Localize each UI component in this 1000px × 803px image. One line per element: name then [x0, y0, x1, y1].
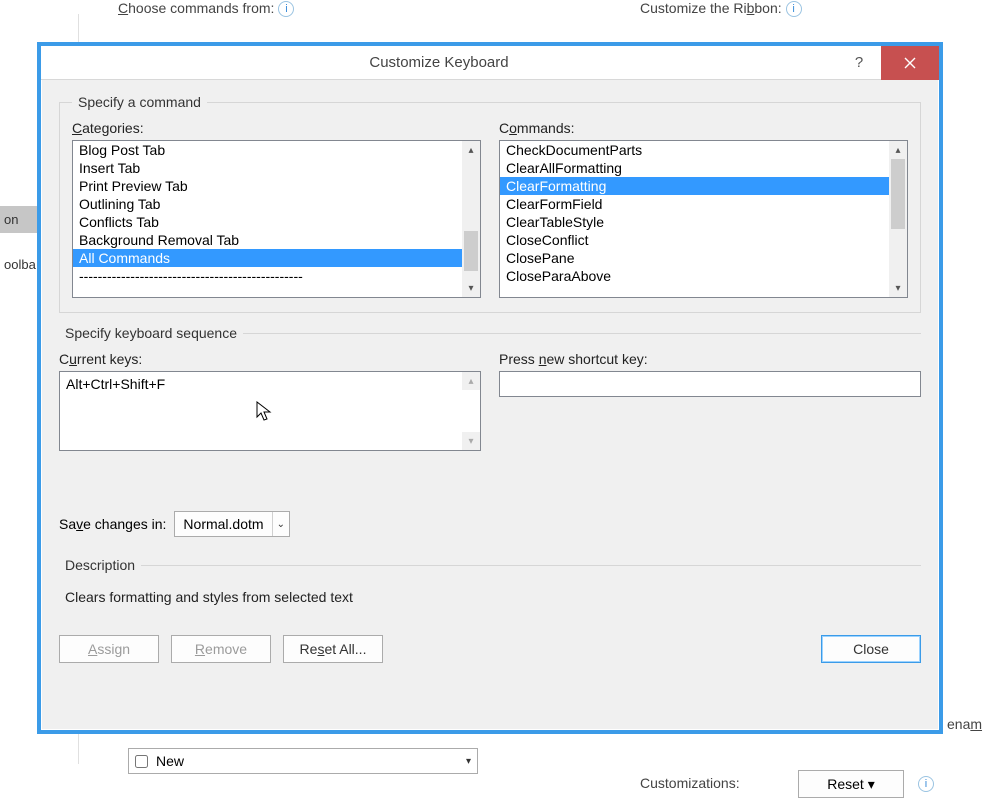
- list-item[interactable]: ClearTableStyle: [500, 213, 889, 231]
- save-changes-select[interactable]: Normal.dotm ⌄: [174, 511, 290, 537]
- dialog-content: Specify a command Categories: Blog Post …: [41, 80, 939, 677]
- press-new-label: Press new shortcut key:: [499, 351, 921, 367]
- customize-ribbon-label: Customize the Ribbon:i: [640, 0, 802, 17]
- reset-all-button[interactable]: Reset All...: [283, 635, 383, 663]
- scroll-up-icon[interactable]: ▴: [889, 141, 907, 159]
- list-item[interactable]: CloseConflict: [500, 231, 889, 249]
- info-icon: i: [918, 776, 934, 792]
- close-button[interactable]: [881, 46, 939, 80]
- info-icon: i: [278, 1, 294, 17]
- current-keys-list[interactable]: Alt+Ctrl+Shift+F ▴ ▾: [59, 371, 481, 451]
- current-keys-value: Alt+Ctrl+Shift+F: [60, 372, 480, 396]
- commands-label: Commands:: [499, 120, 908, 136]
- save-changes-label: Save changes in:: [59, 516, 166, 532]
- list-item[interactable]: ClearFormField: [500, 195, 889, 213]
- bg-reset-button[interactable]: Reset ▾: [798, 770, 904, 798]
- remove-button[interactable]: Remove: [171, 635, 271, 663]
- commands-listbox[interactable]: CheckDocumentPartsClearAllFormattingClea…: [499, 140, 908, 298]
- list-item[interactable]: Blog Post Tab: [73, 141, 462, 159]
- bg-new-dropdown[interactable]: New ▾: [128, 748, 478, 774]
- titlebar: Customize Keyboard ?: [41, 46, 939, 80]
- list-item[interactable]: ClosePane: [500, 249, 889, 267]
- list-item[interactable]: ClearFormatting: [500, 177, 889, 195]
- close-dialog-button[interactable]: Close: [821, 635, 921, 663]
- list-item[interactable]: ClearAllFormatting: [500, 159, 889, 177]
- close-icon: [904, 57, 916, 69]
- save-changes-value: Normal.dotm: [183, 516, 263, 532]
- list-item[interactable]: All Commands: [73, 249, 462, 267]
- dialog-title: Customize Keyboard: [41, 54, 837, 71]
- bg-rename-fragment: enam: [947, 716, 982, 732]
- list-item[interactable]: CloseParaAbove: [500, 267, 889, 285]
- list-item[interactable]: Background Removal Tab: [73, 231, 462, 249]
- list-item[interactable]: Print Preview Tab: [73, 177, 462, 195]
- specify-command-group: Specify a command Categories: Blog Post …: [59, 94, 921, 313]
- specify-sequence-group: Specify keyboard sequence Current keys: …: [59, 325, 921, 541]
- specify-sequence-legend: Specify keyboard sequence: [59, 325, 243, 341]
- scroll-up-icon[interactable]: ▴: [462, 372, 480, 390]
- chevron-down-icon: ⌄: [277, 519, 285, 530]
- customize-keyboard-dialog: Customize Keyboard ? Specify a command C…: [37, 42, 943, 734]
- new-shortcut-input[interactable]: [499, 371, 921, 397]
- scrollbar[interactable]: ▴ ▾: [462, 141, 480, 297]
- bg-new-checkbox[interactable]: [135, 755, 148, 768]
- current-keys-label: Current keys:: [59, 351, 481, 367]
- list-item[interactable]: CheckDocumentParts: [500, 141, 889, 159]
- list-item[interactable]: ----------------------------------------…: [73, 267, 462, 285]
- customizations-label: Customizations:: [640, 775, 740, 791]
- description-group: Description Clears formatting and styles…: [59, 557, 921, 609]
- scroll-down-icon[interactable]: ▾: [889, 279, 907, 297]
- choose-commands-label: CChoose commands from:hoose commands fro…: [118, 0, 294, 17]
- chevron-down-icon: ▾: [466, 756, 471, 767]
- bg-new-label: New: [156, 753, 184, 769]
- specify-command-legend: Specify a command: [72, 94, 207, 110]
- assign-button[interactable]: Assign: [59, 635, 159, 663]
- list-item[interactable]: Conflicts Tab: [73, 213, 462, 231]
- scroll-down-icon[interactable]: ▾: [462, 432, 480, 450]
- scrollbar[interactable]: ▴ ▾: [889, 141, 907, 297]
- scroll-thumb[interactable]: [464, 231, 478, 271]
- scroll-up-icon[interactable]: ▴: [462, 141, 480, 159]
- description-legend: Description: [59, 557, 141, 573]
- categories-listbox[interactable]: Blog Post TabInsert TabPrint Preview Tab…: [72, 140, 481, 298]
- info-icon: i: [786, 1, 802, 17]
- scroll-thumb[interactable]: [891, 159, 905, 229]
- scrollbar[interactable]: ▴ ▾: [462, 372, 480, 450]
- categories-label: Categories:: [72, 120, 481, 136]
- list-item[interactable]: Insert Tab: [73, 159, 462, 177]
- list-item[interactable]: Outlining Tab: [73, 195, 462, 213]
- scroll-down-icon[interactable]: ▾: [462, 279, 480, 297]
- description-text: Clears formatting and styles from select…: [65, 589, 921, 605]
- help-button[interactable]: ?: [837, 54, 881, 71]
